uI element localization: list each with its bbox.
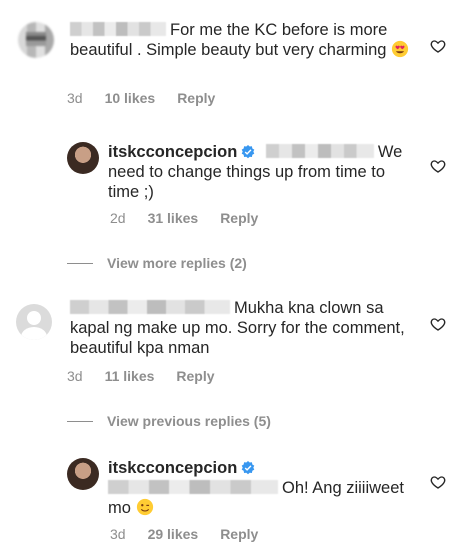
username[interactable]: itskcconcepcion xyxy=(108,459,237,477)
username[interactable]: itskcconcepcion xyxy=(108,143,237,161)
verified-badge-icon xyxy=(241,461,255,475)
comment-text: itskcconcepcion Oh! Ang ziiiiweet mo xyxy=(108,458,410,518)
divider-line xyxy=(67,262,93,264)
kc-avatar[interactable] xyxy=(67,458,99,490)
view-more-replies[interactable]: View more replies (2) xyxy=(67,255,247,271)
like-count[interactable]: 29 likes xyxy=(148,526,199,542)
view-previous-replies-label[interactable]: View previous replies (5) xyxy=(107,413,271,429)
view-more-replies-label[interactable]: View more replies (2) xyxy=(107,255,247,271)
reply-button[interactable]: Reply xyxy=(220,210,258,226)
comment-time[interactable]: 2d xyxy=(110,210,126,226)
avatar-head-shape xyxy=(27,311,41,325)
like-count[interactable]: 11 likes xyxy=(105,368,155,384)
like-count[interactable]: 31 likes xyxy=(148,210,199,226)
reply-button[interactable]: Reply xyxy=(176,368,214,384)
heart-icon[interactable] xyxy=(430,38,446,54)
comment-time[interactable]: 3d xyxy=(67,368,83,384)
kc-avatar[interactable] xyxy=(67,142,99,174)
comment-text: Mukha kna clown sa kapal ng make up mo. … xyxy=(70,298,410,358)
comment-meta: 3d 11 likes Reply xyxy=(67,368,215,384)
comment-2: Mukha kna clown sa kapal ng make up mo. … xyxy=(0,290,474,400)
avatar-body-shape xyxy=(21,327,47,340)
reply-button[interactable]: Reply xyxy=(177,90,215,106)
comment-time[interactable]: 3d xyxy=(110,526,126,542)
comment-time[interactable]: 3d xyxy=(67,90,83,106)
comment-meta: 3d 10 likes Reply xyxy=(67,90,215,106)
view-previous-replies[interactable]: View previous replies (5) xyxy=(67,413,271,429)
comment-text: itskcconcepcion We need to change things… xyxy=(108,142,410,202)
reply-comment-2: itskcconcepcion Oh! Ang ziiiiweet mo 3d … xyxy=(0,450,474,552)
reply-comment-1: itskcconcepcion We need to change things… xyxy=(0,130,474,240)
wink-emoji xyxy=(136,498,153,516)
divider-line xyxy=(67,420,93,422)
reply-button[interactable]: Reply xyxy=(220,526,258,542)
comment-meta: 2d 31 likes Reply xyxy=(110,210,258,226)
comment-text: For me the KC before is more beautiful .… xyxy=(70,20,410,60)
verified-badge-icon xyxy=(241,145,255,159)
commenter-avatar[interactable] xyxy=(18,22,54,58)
heart-icon[interactable] xyxy=(430,158,446,174)
default-avatar[interactable] xyxy=(16,304,52,340)
like-count[interactable]: 10 likes xyxy=(105,90,156,106)
heart-icon[interactable] xyxy=(430,474,446,490)
redacted-mention[interactable] xyxy=(108,480,278,494)
heart-icon[interactable] xyxy=(430,316,446,332)
comment-1: For me the KC before is more beautiful .… xyxy=(0,0,474,120)
comment-meta: 3d 29 likes Reply xyxy=(110,526,258,542)
redacted-mention[interactable] xyxy=(265,144,374,158)
redacted-username[interactable] xyxy=(70,22,166,36)
redacted-username[interactable] xyxy=(70,300,230,314)
heart-eyes-emoji xyxy=(391,40,409,58)
